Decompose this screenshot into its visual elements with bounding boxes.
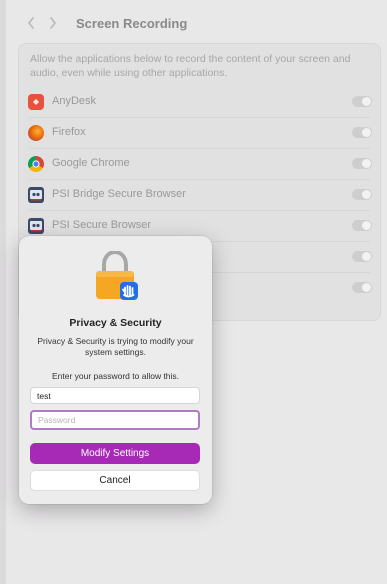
app-toggle-google-chrome[interactable] bbox=[352, 158, 372, 169]
dialog-prompt: Enter your password to allow this. bbox=[51, 371, 180, 381]
dialog-message: Privacy & Security is trying to modify y… bbox=[37, 336, 194, 357]
cancel-button[interactable]: Cancel bbox=[30, 470, 200, 491]
psi-bridge-icon bbox=[28, 187, 44, 203]
app-name: PSI Bridge Secure Browser bbox=[52, 188, 186, 200]
app-name: Firefox bbox=[52, 126, 86, 138]
toolbar: Screen Recording bbox=[20, 14, 187, 32]
authentication-dialog: Privacy & Security Privacy & Security is… bbox=[19, 236, 212, 504]
username-field[interactable] bbox=[30, 387, 200, 404]
password-field[interactable] bbox=[30, 410, 200, 430]
anydesk-icon bbox=[28, 94, 44, 110]
app-row-google-chrome: Google Chrome bbox=[19, 148, 380, 179]
app-toggle-psi-bridge-secure-browser[interactable] bbox=[352, 189, 372, 200]
dialog-title: Privacy & Security bbox=[69, 317, 162, 329]
back-button[interactable] bbox=[20, 14, 42, 32]
panel-description: Allow the applications below to record t… bbox=[30, 53, 351, 79]
app-row-psi-bridge-secure-browser: PSI Bridge Secure Browser bbox=[19, 179, 380, 210]
app-row-anydesk: AnyDesk bbox=[19, 86, 380, 117]
firefox-icon bbox=[28, 125, 44, 141]
app-row-firefox: Firefox bbox=[19, 117, 380, 148]
sidebar-edge bbox=[0, 0, 6, 584]
chevron-right-icon bbox=[50, 17, 56, 29]
app-toggle-anydesk[interactable] bbox=[352, 96, 372, 107]
app-toggle-firefox[interactable] bbox=[352, 127, 372, 138]
chrome-icon bbox=[28, 156, 44, 172]
modify-settings-button[interactable]: Modify Settings bbox=[30, 443, 200, 464]
app-toggle-hidden-1[interactable] bbox=[352, 251, 372, 262]
chevron-left-icon bbox=[28, 17, 34, 29]
forward-button[interactable] bbox=[42, 14, 64, 32]
app-name: PSI Secure Browser bbox=[52, 219, 152, 231]
app-toggle-psi-secure-browser[interactable] bbox=[352, 220, 372, 231]
app-name: AnyDesk bbox=[52, 95, 97, 107]
page-title: Screen Recording bbox=[76, 15, 188, 31]
app-name: Google Chrome bbox=[52, 157, 130, 169]
psi-secure-browser-icon bbox=[28, 218, 44, 234]
app-toggle-hidden-2[interactable] bbox=[352, 282, 372, 293]
lock-icon bbox=[95, 249, 139, 301]
